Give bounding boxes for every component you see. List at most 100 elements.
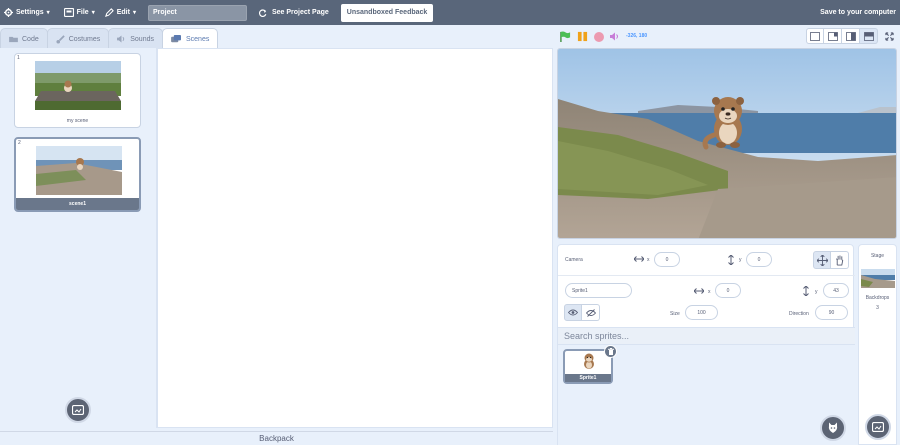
divider: [558, 275, 855, 276]
edit-label: Edit: [116, 9, 130, 16]
chevron-down-icon: ▾: [132, 10, 136, 16]
stage-thumbnail: [861, 269, 895, 288]
large-stage-icon: [845, 31, 856, 41]
tab-scenes[interactable]: Scenes: [162, 28, 219, 50]
vertical-arrow-icon: [728, 255, 734, 265]
sprite-tile[interactable]: Sprite1: [563, 345, 617, 384]
small-stage-button[interactable]: [806, 28, 824, 44]
wide-stage-button[interactable]: [860, 28, 878, 44]
tab-costumes-label: Costumes: [68, 35, 101, 43]
mouse-coordinates: -326, 180: [626, 33, 648, 39]
stage-selector[interactable]: Stage Backdrops 3: [858, 244, 897, 445]
file-label: File: [76, 9, 89, 16]
hide-sprite-button[interactable]: [582, 304, 600, 321]
tab-costumes[interactable]: Costumes: [46, 28, 110, 49]
settings-menu[interactable]: Settings ▾: [0, 0, 54, 25]
scene-name: scene1: [16, 198, 139, 210]
delete-sprite-button[interactable]: [604, 345, 617, 358]
save-to-computer-button[interactable]: Save to your computer: [820, 0, 896, 25]
camera-tools: [813, 251, 849, 269]
scene-list: 1 my scene 2 scene1: [0, 48, 157, 428]
sprite-x-label: x: [708, 289, 711, 295]
brush-icon: [56, 34, 65, 44]
scene-number: 1: [17, 55, 20, 61]
fullscreen-icon: [884, 31, 894, 41]
add-backdrop-button[interactable]: [865, 414, 891, 440]
backdrops-label: Backdrops: [865, 295, 890, 301]
scene-card-selected[interactable]: 2 scene1: [14, 137, 141, 212]
backdrop-icon: [872, 422, 884, 432]
camera-label: Camera: [565, 257, 583, 263]
visibility-toggle: [564, 304, 600, 321]
size-label: Size: [670, 311, 680, 317]
fullscreen-button[interactable]: [881, 28, 897, 44]
backdrops-count: 3: [876, 305, 879, 311]
tab-sounds-label: Sounds: [130, 35, 154, 43]
eye-slash-icon: [585, 308, 596, 317]
stage-title: Stage: [870, 253, 885, 259]
settings-label: Settings: [16, 9, 44, 16]
horizontal-arrow-icon: [634, 256, 644, 262]
pencil-icon: [104, 8, 114, 17]
direction-input[interactable]: 90: [815, 305, 848, 320]
edit-menu[interactable]: Edit ▾: [101, 0, 140, 25]
menu-bar: Settings ▾ File ▾ Edit ▾ Project See Pro…: [0, 0, 900, 25]
small-stage-icon: [810, 31, 820, 41]
pause-icon[interactable]: [577, 31, 588, 42]
move-arrows-icon: [816, 254, 828, 266]
camera-y-input[interactable]: 0: [746, 252, 772, 267]
hand-icon: [835, 254, 844, 266]
normal-stage-button[interactable]: [824, 28, 842, 44]
file-icon: [63, 8, 74, 17]
cat-icon: [828, 422, 838, 433]
scene-name: my scene: [66, 118, 89, 124]
vertical-arrow-icon: [803, 286, 809, 296]
tab-code-label: Code: [22, 35, 39, 43]
scene-editor-canvas[interactable]: [157, 48, 553, 428]
backpack[interactable]: Backpack: [0, 431, 553, 445]
mute-icon[interactable]: [610, 32, 620, 41]
stage-size-toggle: [806, 28, 897, 44]
scene-number: 2: [18, 140, 21, 146]
see-project-page-button[interactable]: See Project Page: [258, 8, 329, 17]
camera-y-label: y: [739, 257, 742, 263]
sprite-grid: Sprite1: [558, 345, 855, 445]
sprite-info-pane: Camera x 0 y 0 Sprite1 x 0 y 43 Size 100…: [557, 244, 855, 445]
scene-thumbnail: [35, 61, 121, 110]
wide-stage-icon: [863, 31, 874, 41]
editor-tabs: Code Costumes Sounds Scenes: [0, 28, 219, 50]
project-title-input[interactable]: Project: [147, 4, 247, 21]
refresh-icon: [258, 8, 267, 17]
sprite-y-input[interactable]: 43: [823, 283, 849, 298]
tab-sounds[interactable]: Sounds: [108, 28, 163, 49]
code-icon: [9, 36, 18, 42]
gear-icon: [4, 8, 13, 17]
stop-icon[interactable]: [594, 32, 604, 42]
camera-x-input[interactable]: 0: [654, 252, 680, 267]
horizontal-arrow-icon: [694, 288, 704, 294]
stage-canvas[interactable]: [557, 48, 897, 239]
file-menu[interactable]: File ▾: [60, 0, 99, 25]
tab-code[interactable]: Code: [0, 28, 48, 49]
scenes-icon: [171, 35, 181, 43]
sprite-name-input[interactable]: Sprite1: [565, 283, 632, 298]
scene-card[interactable]: 1 my scene: [14, 53, 141, 128]
speaker-icon: [117, 35, 125, 43]
camera-grab-tool[interactable]: [831, 251, 849, 269]
sprite-x-input[interactable]: 0: [715, 283, 741, 298]
normal-stage-icon: [827, 31, 838, 41]
add-scene-button[interactable]: [65, 397, 91, 423]
green-flag-icon[interactable]: [560, 31, 571, 42]
show-sprite-button[interactable]: [564, 304, 582, 321]
feedback-button[interactable]: Unsandboxed Feedback: [340, 3, 434, 22]
add-scene-icon: [72, 405, 84, 415]
camera-move-tool[interactable]: [813, 251, 831, 269]
size-input[interactable]: 100: [685, 305, 718, 320]
sprite-tile-name: Sprite1: [565, 374, 611, 382]
large-stage-button[interactable]: [842, 28, 860, 44]
add-sprite-button[interactable]: [820, 415, 846, 441]
see-project-label: See Project Page: [271, 9, 329, 16]
direction-label: Direction: [789, 311, 809, 317]
stage-backdrop: [558, 49, 896, 238]
search-sprites-input[interactable]: Search sprites...: [558, 327, 855, 345]
